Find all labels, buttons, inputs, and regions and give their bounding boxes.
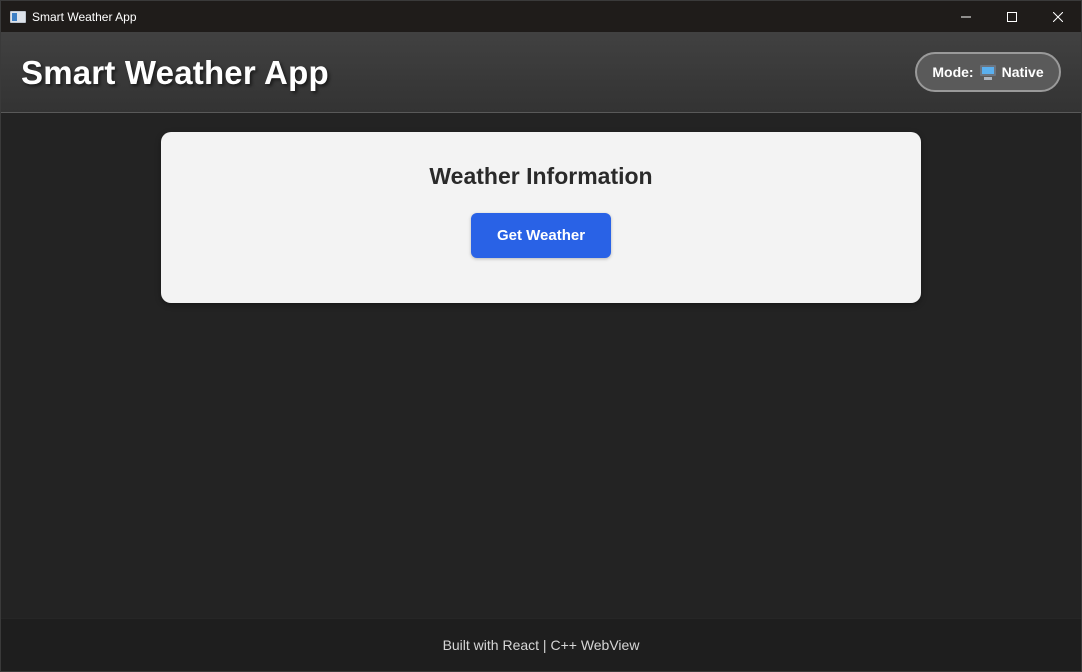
app-window: Smart Weather App Smart Weather App Mode… bbox=[0, 0, 1082, 672]
maximize-button[interactable] bbox=[989, 1, 1035, 32]
mode-label: Mode: bbox=[932, 64, 974, 80]
get-weather-button[interactable]: Get Weather bbox=[471, 213, 611, 258]
maximize-icon bbox=[1007, 11, 1017, 22]
close-icon bbox=[1053, 11, 1063, 22]
weather-card-title: Weather Information bbox=[429, 163, 653, 189]
close-button[interactable] bbox=[1035, 1, 1081, 32]
minimize-icon bbox=[961, 16, 971, 17]
window-title-bar[interactable]: Smart Weather App bbox=[1, 1, 1081, 32]
footer-text: Built with React | C++ WebView bbox=[442, 637, 640, 653]
window-controls bbox=[943, 1, 1081, 32]
minimize-button[interactable] bbox=[943, 1, 989, 32]
mode-badge[interactable]: Mode: Native bbox=[915, 52, 1061, 92]
mode-value: Native bbox=[1001, 64, 1044, 80]
footer: Built with React | C++ WebView bbox=[1, 618, 1081, 671]
window-title: Smart Weather App bbox=[32, 9, 137, 24]
weather-card: Weather Information Get Weather bbox=[161, 132, 921, 303]
desktop-monitor-icon bbox=[979, 64, 996, 80]
app-header: Smart Weather App Mode: Native bbox=[1, 32, 1081, 113]
app-title: Smart Weather App bbox=[21, 54, 329, 91]
app-window-icon bbox=[10, 10, 26, 23]
